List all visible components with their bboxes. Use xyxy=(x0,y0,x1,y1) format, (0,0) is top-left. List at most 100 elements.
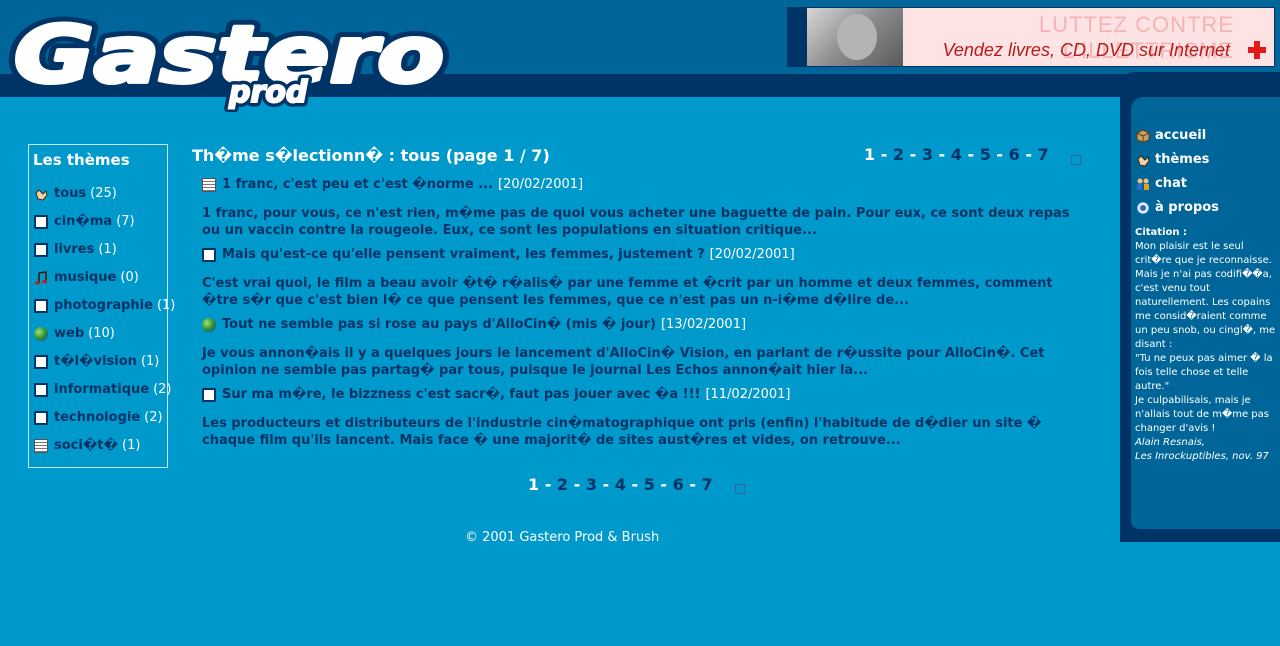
page-link[interactable]: 7 xyxy=(1038,145,1049,164)
quote-author: Alain Resnais, xyxy=(1135,437,1205,448)
page-link[interactable]: 6 xyxy=(1009,145,1020,164)
theme-count: (7) xyxy=(116,214,135,229)
theme-label[interactable]: livres xyxy=(54,242,94,257)
nav-themes[interactable]: thèmes xyxy=(1136,152,1209,167)
themes-box: Les thèmes tous (25) cin�ma (7) livres (… xyxy=(28,144,175,468)
quote-source: Les Inrockuptibles, nov. 97 xyxy=(1135,451,1269,462)
quote-block: Citation : Mon plaisir est le seul crit�… xyxy=(1135,226,1277,464)
theme-count: (1) xyxy=(140,354,160,369)
theme-label[interactable]: web xyxy=(54,326,84,341)
theme-label[interactable]: tous xyxy=(54,186,86,201)
article-title-row[interactable]: 1 franc, c'est peu et c'est �norme ... [… xyxy=(202,177,583,192)
theme-item-photographie[interactable]: photographie (1) xyxy=(34,298,175,313)
theme-label[interactable]: cin�ma xyxy=(54,214,112,229)
next-arrow-icon[interactable] xyxy=(1071,155,1081,165)
nav-label[interactable]: thèmes xyxy=(1155,152,1209,167)
theme-item-technologie[interactable]: technologie (2) xyxy=(34,410,163,425)
page-link[interactable]: 5 xyxy=(980,145,991,164)
hand-icon xyxy=(1136,153,1150,167)
gastero-prod-logo[interactable]: Gastero Gastero Gastero prod prod xyxy=(4,0,454,112)
logo-sub: prod xyxy=(228,75,308,110)
article-title[interactable]: Sur ma m�re, le bizzness c'est sacr�, fa… xyxy=(222,387,700,402)
globe-icon xyxy=(202,317,216,332)
article-excerpt: C'est vrai quoi, le film a beau avoir �t… xyxy=(202,276,1053,308)
quote-text: Mon plaisir est le seul crit�re que je r… xyxy=(1135,241,1276,350)
page-link-current[interactable]: 1 xyxy=(528,475,539,494)
newspaper-icon xyxy=(202,177,216,192)
square-icon xyxy=(34,382,48,397)
article-title-row[interactable]: Tout ne semble pas si rose au pays d'All… xyxy=(202,317,746,332)
square-icon xyxy=(34,214,48,229)
article-date: [11/02/2001] xyxy=(705,387,791,402)
theme-item-cinema[interactable]: cin�ma (7) xyxy=(34,214,135,229)
pagination-bottom: 1 - 2 - 3 - 4 - 5 - 6 - 7 xyxy=(528,475,713,494)
page-link[interactable]: 3 xyxy=(922,145,933,164)
theme-label[interactable]: photographie xyxy=(54,298,153,313)
footer-copyright: © 2001 Gastero Prod & Brush xyxy=(465,530,660,545)
article-excerpt: Je vous annon�ais il y a quelques jours … xyxy=(202,346,1045,378)
page-link[interactable]: 4 xyxy=(615,475,626,494)
pagination-top: 1 - 2 - 3 - 4 - 5 - 6 - 7 xyxy=(864,145,1049,164)
article-date: [20/02/2001] xyxy=(498,177,584,192)
page-title: Th�me s�lectionn� : tous (page 1 / 7) xyxy=(192,146,550,165)
nav-accueil[interactable]: accueil xyxy=(1136,128,1206,143)
quote-text: "Tu ne peux pas aimer � la fois telle ch… xyxy=(1135,353,1273,392)
theme-count: (1) xyxy=(98,242,117,257)
theme-count: (10) xyxy=(88,326,115,341)
theme-count: (2) xyxy=(153,382,172,397)
quote-text: Je culpabilisais, mais je n'allais tout … xyxy=(1135,395,1269,434)
square-icon xyxy=(34,242,48,257)
article-date: [13/02/2001] xyxy=(660,317,747,332)
advert-banner[interactable]: LUTTEZ CONTRE L'ILLETTRISME Vendez livre… xyxy=(787,7,1275,67)
article-title-row[interactable]: Mais qu'est-ce qu'elle pensent vraiment,… xyxy=(202,247,795,262)
nav-label[interactable]: à propos xyxy=(1155,200,1219,215)
square-icon xyxy=(34,354,48,369)
article-title[interactable]: Mais qu'est-ce qu'elle pensent vraiment,… xyxy=(222,247,705,262)
theme-count: (1) xyxy=(156,298,176,313)
nav-chat[interactable]: chat xyxy=(1136,176,1187,191)
page-link-current[interactable]: 1 xyxy=(864,145,875,164)
banner-subline: Vendez livres, CD, DVD sur Internet xyxy=(942,40,1230,60)
page-link[interactable]: 5 xyxy=(644,475,655,494)
theme-item-informatique[interactable]: informatique (2) xyxy=(34,382,172,397)
theme-count: (2) xyxy=(144,410,163,425)
theme-item-livres[interactable]: livres (1) xyxy=(34,242,117,257)
square-icon xyxy=(202,387,216,402)
square-icon xyxy=(202,247,216,262)
article-title-row[interactable]: Sur ma m�re, le bizzness c'est sacr�, fa… xyxy=(202,387,791,402)
theme-label[interactable]: soci�t� xyxy=(54,438,118,453)
theme-item-web[interactable]: web (10) xyxy=(34,326,115,341)
red-cross-icon xyxy=(1248,41,1266,59)
banner-photo xyxy=(807,8,903,66)
next-arrow-icon[interactable] xyxy=(735,484,745,494)
theme-item-tous[interactable]: tous (25) xyxy=(34,186,117,201)
nav-a-propos[interactable]: à propos xyxy=(1136,200,1219,215)
article-title[interactable]: 1 franc, c'est peu et c'est �norme ... xyxy=(222,177,493,192)
theme-item-societe[interactable]: soci�t� (1) xyxy=(34,438,140,453)
page-link[interactable]: 6 xyxy=(673,475,684,494)
theme-label[interactable]: musique xyxy=(54,270,116,285)
people-icon xyxy=(1136,177,1150,191)
article-title[interactable]: Tout ne semble pas si rose au pays d'All… xyxy=(222,317,656,332)
nav-label[interactable]: accueil xyxy=(1155,128,1206,143)
page-link[interactable]: 2 xyxy=(557,475,568,494)
article-excerpt: 1 franc, pour vous, ce n'est rien, m�me … xyxy=(202,206,1070,238)
theme-item-television[interactable]: t�l�vision (1) xyxy=(34,354,159,369)
nav-label[interactable]: chat xyxy=(1155,176,1187,191)
music-note-icon xyxy=(34,270,48,285)
article-date: [20/02/2001] xyxy=(709,247,795,262)
square-icon xyxy=(34,410,48,425)
page-link[interactable]: 3 xyxy=(586,475,597,494)
theme-label[interactable]: t�l�vision xyxy=(54,354,137,369)
page-link[interactable]: 7 xyxy=(702,475,713,494)
theme-label[interactable]: informatique xyxy=(54,382,149,397)
themes-title: Les thèmes xyxy=(33,151,130,169)
theme-item-musique[interactable]: musique (0) xyxy=(34,270,139,285)
page-link[interactable]: 4 xyxy=(951,145,962,164)
theme-count: (0) xyxy=(120,270,139,285)
hand-icon xyxy=(34,187,48,201)
box-icon xyxy=(1136,128,1150,143)
article-excerpt: Les producteurs et distributeurs de l'in… xyxy=(202,416,1042,448)
page-link[interactable]: 2 xyxy=(893,145,904,164)
theme-label[interactable]: technologie xyxy=(54,410,140,425)
